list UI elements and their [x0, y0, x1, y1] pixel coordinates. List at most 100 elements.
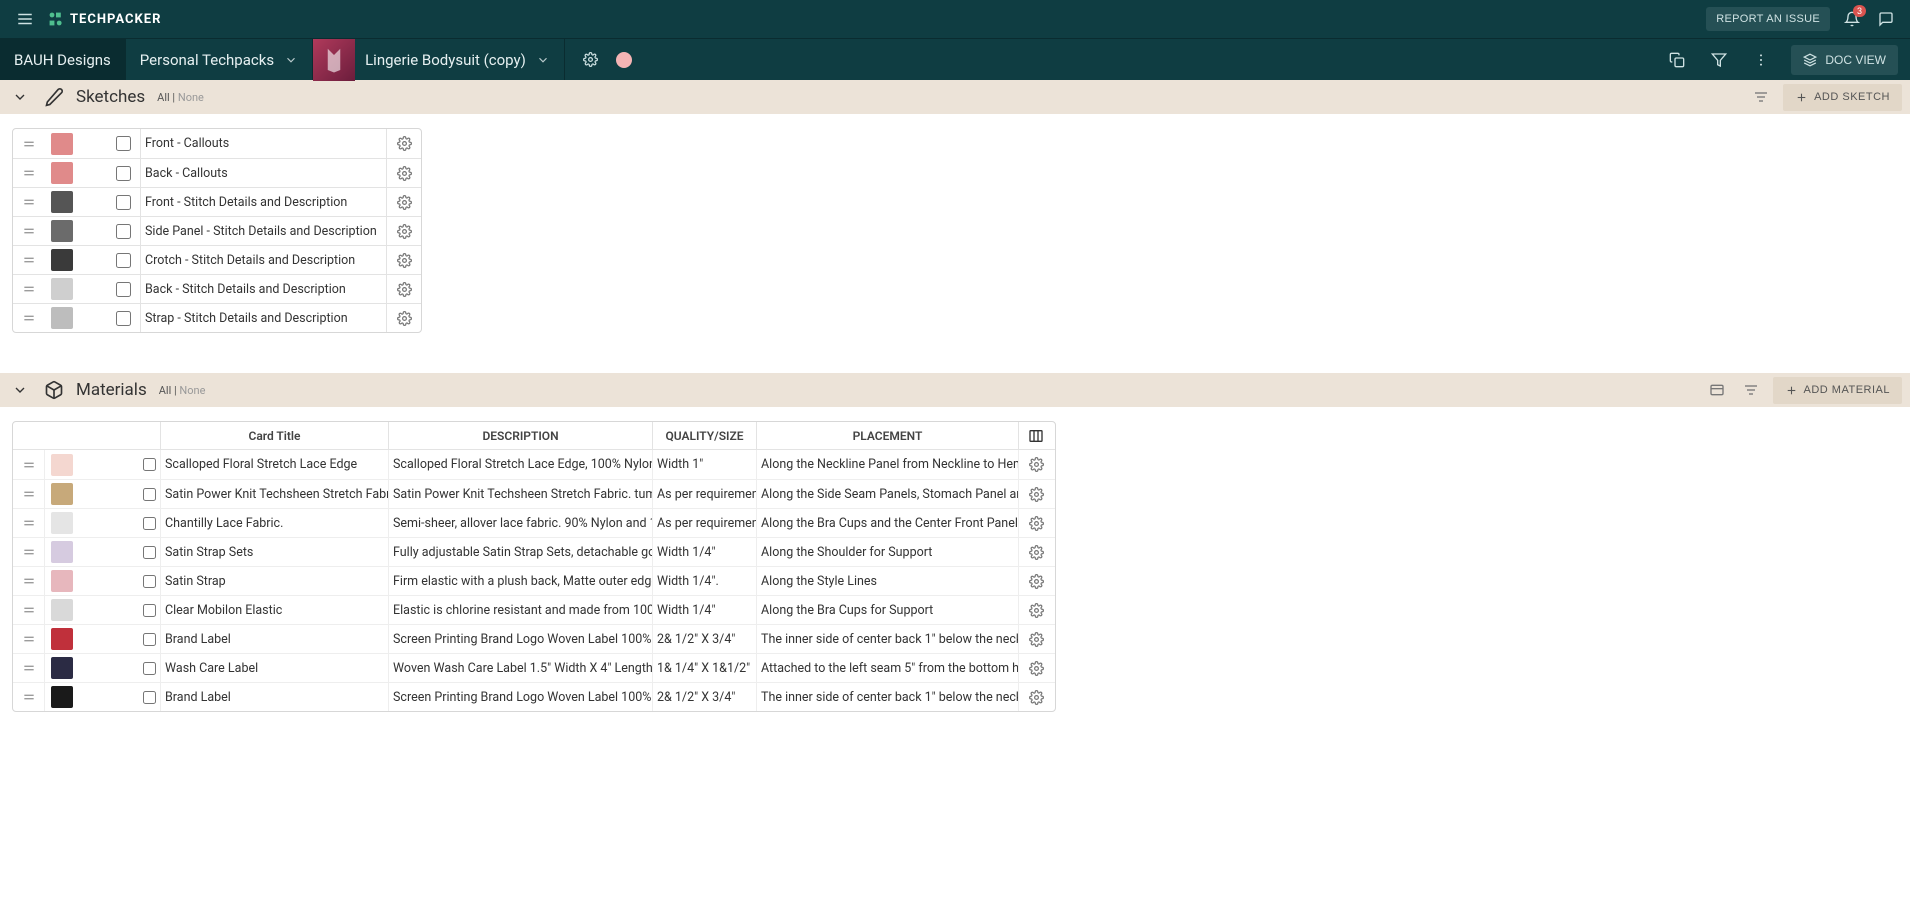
- row-checkbox[interactable]: [116, 136, 131, 151]
- cell-description[interactable]: Firm elastic with a plush back, Matte ou…: [389, 567, 653, 595]
- cell-placement[interactable]: Along the Bra Cups and the Center Front …: [757, 509, 1019, 537]
- breadcrumb-item[interactable]: Lingerie Bodysuit (copy): [313, 39, 565, 80]
- row-settings-button[interactable]: [387, 217, 421, 245]
- cell-title[interactable]: Satin Strap Sets: [161, 538, 389, 566]
- cell-title[interactable]: Satin Strap: [161, 567, 389, 595]
- drag-handle[interactable]: [13, 654, 45, 682]
- row-settings-button[interactable]: [1019, 654, 1053, 682]
- row-settings-button[interactable]: [387, 275, 421, 303]
- row-settings-button[interactable]: [1019, 538, 1053, 566]
- cell-title[interactable]: Chantilly Lace Fabric.: [161, 509, 389, 537]
- table-row[interactable]: Crotch - Stitch Details and Description: [13, 245, 421, 274]
- table-row[interactable]: Chantilly Lace Fabric.Semi-sheer, allove…: [13, 508, 1055, 537]
- cell-quality[interactable]: Width 1/4".: [653, 567, 757, 595]
- cell-quality[interactable]: Width 1/4": [653, 596, 757, 624]
- row-title[interactable]: Back - Callouts: [141, 159, 387, 187]
- row-settings-button[interactable]: [387, 159, 421, 187]
- cell-title[interactable]: Brand Label: [161, 625, 389, 653]
- cell-placement[interactable]: Along the Side Seam Panels, Stomach Pane…: [757, 480, 1019, 508]
- cell-description[interactable]: Semi-sheer, allover lace fabric. 90% Nyl…: [389, 509, 653, 537]
- row-settings-button[interactable]: [1019, 509, 1053, 537]
- drag-handle[interactable]: [13, 450, 45, 479]
- row-title[interactable]: Front - Callouts: [141, 129, 387, 158]
- cell-quality[interactable]: As per requirement: [653, 509, 757, 537]
- table-row[interactable]: Scalloped Floral Stretch Lace EdgeScallo…: [13, 450, 1055, 479]
- materials-collapse-toggle[interactable]: [8, 378, 32, 402]
- row-checkbox[interactable]: [143, 661, 156, 676]
- cell-quality[interactable]: 2& 1/2" X 3/4": [653, 625, 757, 653]
- table-row[interactable]: Brand LabelScreen Printing Brand Logo Wo…: [13, 682, 1055, 711]
- cell-quality[interactable]: Width 1/4": [653, 538, 757, 566]
- cell-title[interactable]: Brand Label: [161, 683, 389, 711]
- row-title[interactable]: Side Panel - Stitch Details and Descript…: [141, 217, 387, 245]
- row-settings-button[interactable]: [387, 188, 421, 216]
- row-checkbox[interactable]: [143, 545, 156, 560]
- materials-view-button[interactable]: [1705, 378, 1729, 402]
- drag-handle[interactable]: [13, 538, 45, 566]
- row-settings-button[interactable]: [1019, 683, 1053, 711]
- breadcrumb-org[interactable]: BAUH Designs: [0, 39, 126, 80]
- table-row[interactable]: Wash Care LabelWoven Wash Care Label 1.5…: [13, 653, 1055, 682]
- cell-placement[interactable]: The inner side of center back 1" below t…: [757, 683, 1019, 711]
- drag-handle[interactable]: [13, 159, 45, 187]
- row-settings-button[interactable]: [387, 304, 421, 332]
- sketches-filter[interactable]: All | None: [157, 91, 204, 104]
- row-title[interactable]: Back - Stitch Details and Description: [141, 275, 387, 303]
- add-material-button[interactable]: ADD MATERIAL: [1773, 377, 1902, 404]
- docview-button[interactable]: DOC VIEW: [1791, 45, 1898, 75]
- table-row[interactable]: Strap - Stitch Details and Description: [13, 303, 421, 332]
- drag-handle[interactable]: [13, 275, 45, 303]
- row-checkbox[interactable]: [116, 224, 131, 239]
- drag-handle[interactable]: [13, 188, 45, 216]
- breadcrumb-folder[interactable]: Personal Techpacks: [126, 39, 313, 80]
- cell-quality[interactable]: 2& 1/2" X 3/4": [653, 683, 757, 711]
- cell-placement[interactable]: Attached to the left seam 5" from the bo…: [757, 654, 1019, 682]
- materials-sort-button[interactable]: [1739, 378, 1763, 402]
- row-checkbox[interactable]: [143, 457, 156, 472]
- cell-description[interactable]: Fully adjustable Satin Strap Sets, detac…: [389, 538, 653, 566]
- table-row[interactable]: Back - Stitch Details and Description: [13, 274, 421, 303]
- drag-handle[interactable]: [13, 129, 45, 158]
- cell-description[interactable]: Elastic is chlorine resistant and made f…: [389, 596, 653, 624]
- avatar[interactable]: [616, 52, 632, 68]
- row-checkbox[interactable]: [143, 487, 156, 502]
- feedback-button[interactable]: [1874, 7, 1898, 31]
- drag-handle[interactable]: [13, 304, 45, 332]
- cell-placement[interactable]: Along the Style Lines: [757, 567, 1019, 595]
- report-issue-button[interactable]: REPORT AN ISSUE: [1706, 7, 1830, 31]
- cell-description[interactable]: Screen Printing Brand Logo Woven Label 1…: [389, 683, 653, 711]
- row-settings-button[interactable]: [387, 129, 421, 158]
- row-checkbox[interactable]: [116, 195, 131, 210]
- drag-handle[interactable]: [13, 246, 45, 274]
- row-checkbox[interactable]: [143, 574, 156, 589]
- cell-description[interactable]: Woven Wash Care Label 1.5" Width X 4" Le…: [389, 654, 653, 682]
- row-title[interactable]: Strap - Stitch Details and Description: [141, 304, 387, 332]
- more-button[interactable]: [1749, 48, 1773, 72]
- cell-placement[interactable]: Along the Bra Cups for Support: [757, 596, 1019, 624]
- row-checkbox[interactable]: [143, 516, 156, 531]
- materials-filter[interactable]: All | None: [159, 384, 206, 397]
- table-row[interactable]: Front - Stitch Details and Description: [13, 187, 421, 216]
- sketches-sort-button[interactable]: [1749, 85, 1773, 109]
- table-row[interactable]: Brand LabelScreen Printing Brand Logo Wo…: [13, 624, 1055, 653]
- cell-description[interactable]: Screen Printing Brand Logo Woven Label 1…: [389, 625, 653, 653]
- table-row[interactable]: Front - Callouts: [13, 129, 421, 158]
- row-checkbox[interactable]: [116, 166, 131, 181]
- row-settings-button[interactable]: [1019, 450, 1053, 479]
- drag-handle[interactable]: [13, 596, 45, 624]
- item-settings-button[interactable]: [579, 48, 602, 71]
- row-checkbox[interactable]: [116, 282, 131, 297]
- cell-placement[interactable]: Along the Neckline Panel from Neckline t…: [757, 450, 1019, 479]
- drag-handle[interactable]: [13, 683, 45, 711]
- sketches-collapse-toggle[interactable]: [8, 85, 32, 109]
- drag-handle[interactable]: [13, 509, 45, 537]
- cell-description[interactable]: Scalloped Floral Stretch Lace Edge, 100%…: [389, 450, 653, 479]
- drag-handle[interactable]: [13, 480, 45, 508]
- cell-title[interactable]: Wash Care Label: [161, 654, 389, 682]
- drag-handle[interactable]: [13, 217, 45, 245]
- brand-logo[interactable]: TECHPACKER: [48, 11, 161, 27]
- row-checkbox[interactable]: [143, 690, 156, 705]
- table-row[interactable]: Satin Strap SetsFully adjustable Satin S…: [13, 537, 1055, 566]
- cell-placement[interactable]: Along the Shoulder for Support: [757, 538, 1019, 566]
- cell-title[interactable]: Satin Power Knit Techsheen Stretch Fabri…: [161, 480, 389, 508]
